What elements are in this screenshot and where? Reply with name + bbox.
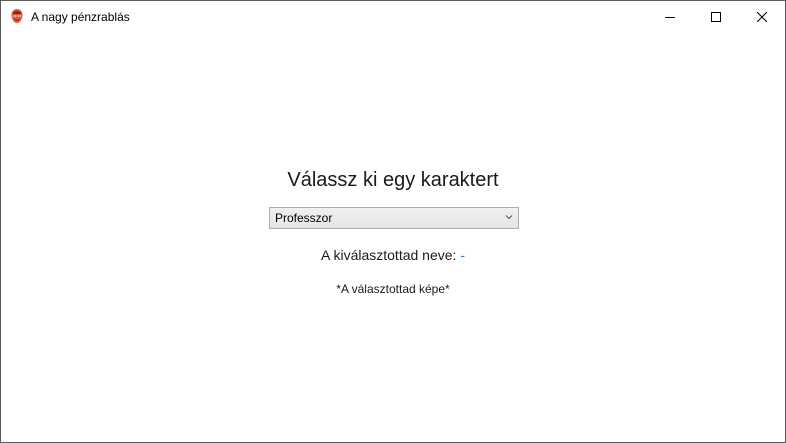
character-select[interactable]: Professzor bbox=[269, 207, 519, 229]
character-select-value: Professzor bbox=[275, 211, 333, 225]
selected-name-label: A kiválasztottad neve: bbox=[321, 247, 457, 263]
close-icon bbox=[757, 11, 767, 22]
chevron-down-icon bbox=[505, 215, 513, 220]
maximize-button[interactable] bbox=[693, 1, 739, 32]
maximize-icon bbox=[711, 11, 721, 22]
title-bar[interactable]: A nagy pénzrablás bbox=[1, 1, 785, 32]
minimize-icon bbox=[665, 16, 675, 18]
page-heading: Válassz ki egy karaktert bbox=[287, 169, 499, 191]
close-button[interactable] bbox=[739, 1, 785, 32]
selected-name-line: A kiválasztottad neve: - bbox=[1, 246, 785, 264]
app-window: A nagy pénzrablás Válassz ki egy karakte… bbox=[0, 0, 786, 443]
mask-icon bbox=[11, 9, 23, 23]
window-title: A nagy pénzrablás bbox=[31, 10, 130, 24]
minimize-button[interactable] bbox=[647, 1, 693, 32]
selected-name-value: - bbox=[460, 247, 465, 263]
character-image-placeholder: *A választottad képe* bbox=[336, 282, 450, 296]
